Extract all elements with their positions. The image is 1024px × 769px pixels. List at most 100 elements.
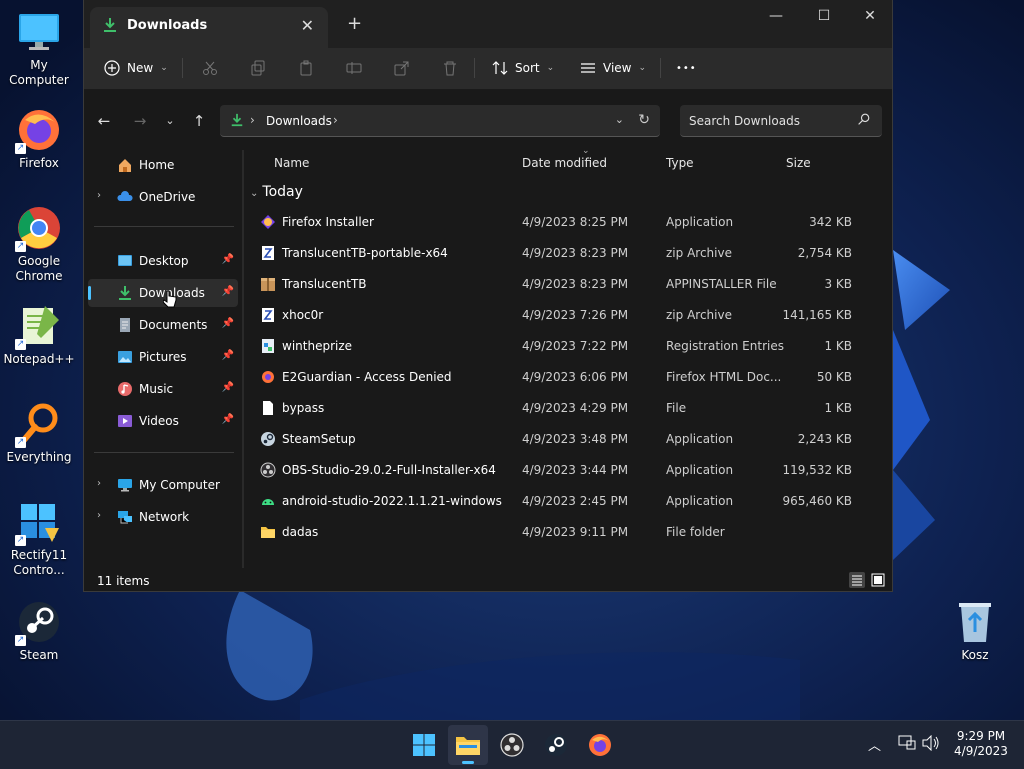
desktop-icon-everything[interactable]: ↗ Everything bbox=[0, 400, 78, 465]
clock[interactable]: 9:29 PM 4/9/2023 bbox=[948, 729, 1014, 759]
desktop-icon-firefox[interactable]: ↗ Firefox bbox=[0, 106, 78, 171]
file-row[interactable]: Firefox Installer 4/9/2023 8:25 PM Appli… bbox=[258, 207, 858, 238]
clock-time: 9:29 PM bbox=[956, 729, 1006, 743]
chevron-right-icon[interactable]: › bbox=[333, 113, 338, 127]
chevron-right-icon[interactable]: › bbox=[97, 190, 101, 201]
refresh-icon[interactable]: ↻ bbox=[638, 112, 650, 128]
taskbar-obs[interactable] bbox=[492, 725, 532, 765]
column-header-name[interactable]: Name bbox=[274, 156, 309, 170]
copy-button[interactable] bbox=[250, 57, 266, 79]
paste-button[interactable] bbox=[298, 57, 314, 79]
file-row[interactable]: xhoc0r 4/9/2023 7:26 PM zip Archive 141,… bbox=[258, 300, 858, 331]
desktop-icon-recycle-bin[interactable]: Kosz bbox=[936, 598, 1014, 663]
file-row[interactable]: TranslucentTB-portable-x64 4/9/2023 8:23… bbox=[258, 238, 858, 269]
share-button[interactable] bbox=[394, 57, 410, 79]
group-header-today[interactable]: ⌄ Today bbox=[250, 184, 303, 200]
nav-item-videos[interactable]: Videos 📌 bbox=[88, 407, 238, 435]
file-row[interactable]: wintheprize 4/9/2023 7:22 PM Registratio… bbox=[258, 331, 858, 362]
file-row[interactable]: SteamSetup 4/9/2023 3:48 PM Application … bbox=[258, 424, 858, 455]
download-arrow-icon bbox=[102, 17, 118, 36]
start-button[interactable] bbox=[404, 725, 444, 765]
network-status-icon[interactable] bbox=[898, 735, 916, 755]
document-icon bbox=[117, 317, 133, 333]
pin-icon[interactable]: 📌 bbox=[222, 350, 234, 361]
copy-icon bbox=[251, 60, 265, 76]
desktop-icon-steam[interactable]: ↗ Steam bbox=[0, 598, 78, 663]
chevron-down-icon[interactable]: ⌄ bbox=[615, 113, 624, 126]
maximize-button[interactable]: ☐ bbox=[801, 5, 847, 27]
pin-icon[interactable]: 📌 bbox=[222, 414, 234, 425]
nav-item-music[interactable]: Music 📌 bbox=[88, 375, 238, 403]
file-row[interactable]: TranslucentTB 4/9/2023 8:23 PM APPINSTAL… bbox=[258, 269, 858, 300]
column-header-size[interactable]: Size bbox=[786, 156, 811, 170]
pin-icon[interactable]: 📌 bbox=[222, 254, 234, 265]
pin-icon[interactable]: 📌 bbox=[222, 286, 234, 297]
forward-button[interactable]: → bbox=[130, 111, 150, 131]
pin-icon[interactable]: 📌 bbox=[222, 318, 234, 329]
desktop-icon-rectify11[interactable]: ↗ Rectify11 Contro... bbox=[0, 498, 78, 578]
firefox-icon bbox=[589, 734, 611, 756]
nav-item-network[interactable]: › Network bbox=[88, 503, 238, 531]
nav-item-my-computer[interactable]: › My Computer bbox=[88, 471, 238, 499]
new-button[interactable]: New ⌄ bbox=[104, 57, 168, 79]
up-button[interactable]: ↑ bbox=[189, 111, 209, 131]
taskbar-file-explorer[interactable] bbox=[448, 725, 488, 765]
steam-icon bbox=[545, 734, 567, 756]
nav-item-desktop[interactable]: Desktop 📌 bbox=[88, 247, 238, 275]
nav-item-pictures[interactable]: Pictures 📌 bbox=[88, 343, 238, 371]
file-row[interactable]: android-studio-2022.1.1.21-windows 4/9/2… bbox=[258, 486, 858, 517]
taskbar-steam[interactable] bbox=[536, 725, 576, 765]
tab-title: Downloads bbox=[127, 18, 208, 33]
taskbar-firefox[interactable] bbox=[580, 725, 620, 765]
cut-button[interactable] bbox=[202, 57, 218, 79]
sort-button[interactable]: Sort ⌄ bbox=[492, 57, 554, 79]
delete-button[interactable] bbox=[442, 57, 458, 79]
nav-item-home[interactable]: Home bbox=[88, 151, 238, 179]
magnifier-icon: ↗ bbox=[15, 400, 63, 448]
desktop-icon-chrome[interactable]: ↗ Google Chrome bbox=[0, 204, 78, 284]
address-bar[interactable]: › Downloads › ⌄ ↻ bbox=[220, 105, 660, 137]
desktop-icon-notepadpp[interactable]: ↗ Notepad++ bbox=[0, 302, 78, 367]
monitor-icon bbox=[117, 477, 133, 493]
file-row[interactable]: OBS-Studio-29.0.2-Full-Installer-x64 4/9… bbox=[258, 455, 858, 486]
pin-icon[interactable]: 📌 bbox=[222, 382, 234, 393]
minimize-button[interactable]: — bbox=[753, 5, 799, 27]
close-tab-icon[interactable]: ✕ bbox=[301, 16, 314, 35]
nav-pane-splitter[interactable] bbox=[242, 150, 244, 568]
search-box[interactable]: Search Downloads bbox=[680, 105, 882, 137]
nav-divider bbox=[94, 226, 234, 227]
chevron-down-icon: ⌄ bbox=[638, 63, 647, 73]
desktop-icon bbox=[117, 253, 133, 269]
chevron-right-icon[interactable]: › bbox=[97, 510, 101, 521]
chevron-right-icon[interactable]: › bbox=[97, 478, 101, 489]
details-view-icon[interactable] bbox=[849, 572, 865, 588]
nav-item-onedrive[interactable]: › OneDrive bbox=[88, 183, 238, 211]
file-row[interactable]: bypass 4/9/2023 4:29 PM File 1 KB bbox=[258, 393, 858, 424]
view-button[interactable]: View ⌄ bbox=[580, 57, 646, 79]
download-arrow-icon bbox=[117, 285, 133, 301]
zip-icon bbox=[260, 307, 276, 323]
recent-locations-button[interactable]: ⌄ bbox=[160, 111, 180, 131]
plus-circle-icon bbox=[104, 60, 120, 76]
volume-icon[interactable] bbox=[922, 734, 940, 755]
breadcrumb-downloads[interactable]: Downloads bbox=[266, 114, 332, 128]
firefox-html-icon bbox=[260, 369, 276, 385]
show-hidden-icons-chevron-up-icon[interactable]: ︿ bbox=[868, 735, 881, 754]
file-row[interactable]: dadas 4/9/2023 9:11 PM File folder bbox=[258, 517, 858, 548]
file-icon bbox=[260, 400, 276, 416]
nav-item-documents[interactable]: Documents 📌 bbox=[88, 311, 238, 339]
rename-button[interactable] bbox=[346, 57, 362, 79]
more-options-button[interactable]: ••• bbox=[676, 57, 697, 79]
download-arrow-icon bbox=[230, 113, 244, 130]
back-button[interactable]: ← bbox=[94, 111, 114, 131]
column-header-date-modified[interactable]: Date modified bbox=[522, 156, 607, 170]
new-tab-button[interactable]: + bbox=[347, 13, 362, 34]
file-row[interactable]: E2Guardian - Access Denied 4/9/2023 6:06… bbox=[258, 362, 858, 393]
tab-downloads[interactable]: Downloads ✕ bbox=[90, 7, 328, 48]
home-icon bbox=[117, 157, 133, 173]
close-window-button[interactable]: ✕ bbox=[847, 5, 893, 27]
desktop-icon-my-computer[interactable]: My Computer bbox=[0, 8, 78, 88]
large-icons-view-icon[interactable] bbox=[870, 572, 886, 588]
column-header-type[interactable]: Type bbox=[666, 156, 694, 170]
obs-icon bbox=[500, 733, 524, 757]
